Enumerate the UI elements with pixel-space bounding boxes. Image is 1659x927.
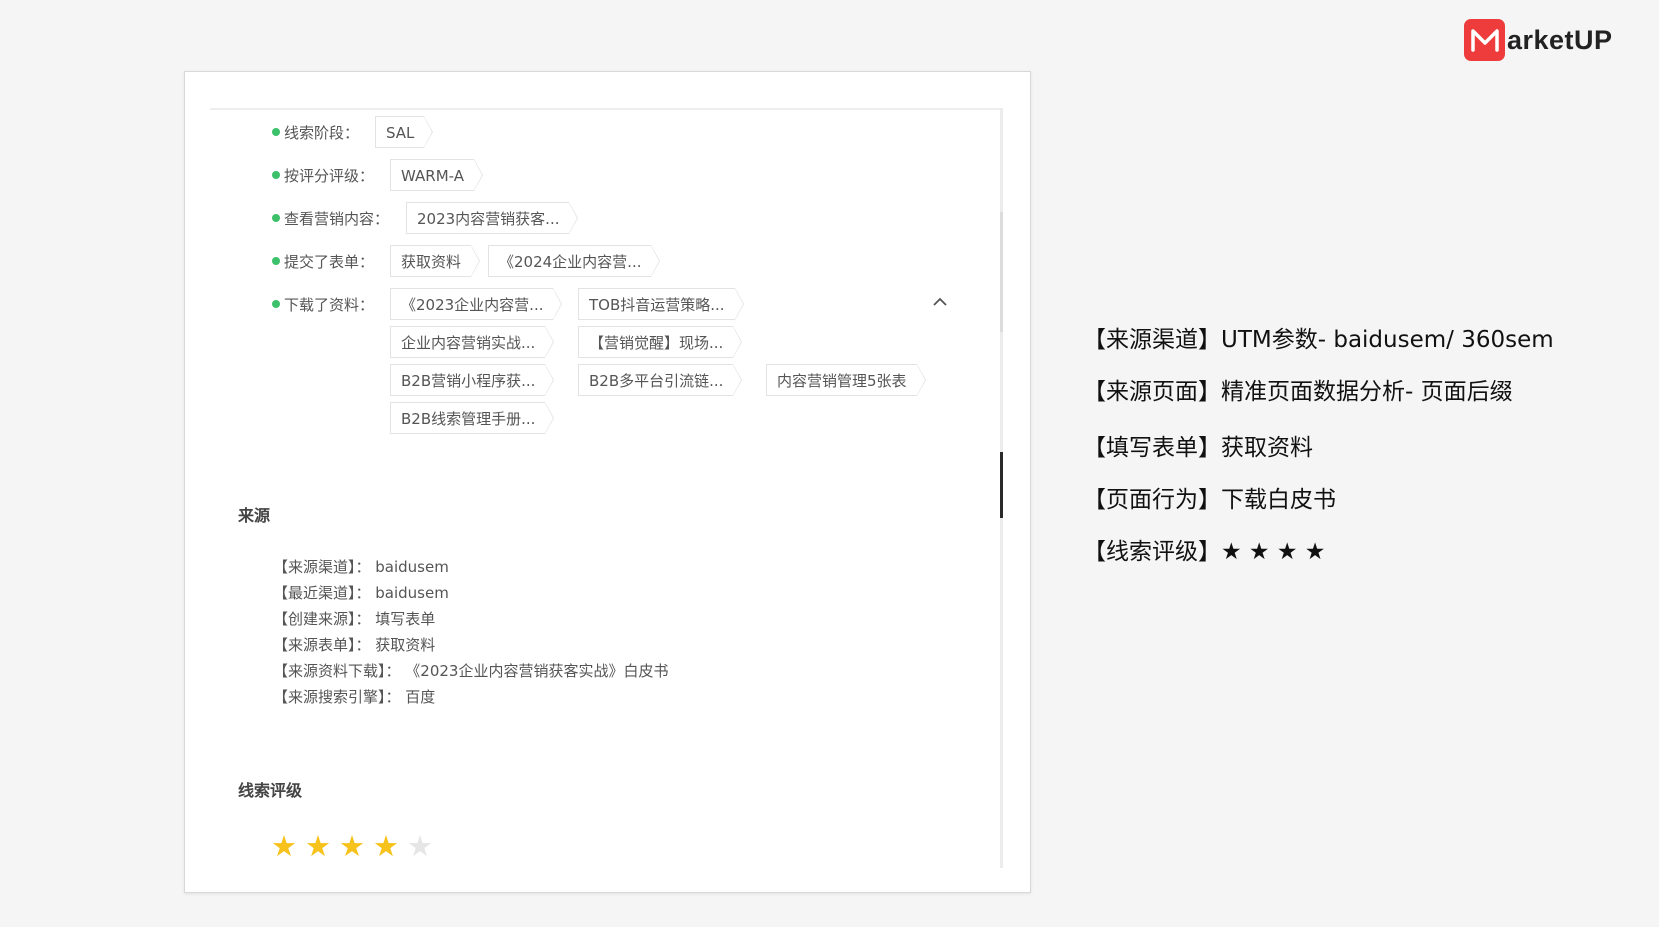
tag[interactable]: 《2024企业内容营... bbox=[488, 245, 661, 277]
score-grade-row: 按评分评级： bbox=[272, 158, 374, 192]
row-label: 线索阶段： bbox=[284, 123, 360, 142]
viewed-content-row: 查看营销内容： bbox=[272, 201, 389, 235]
lead-detail-panel: 线索阶段： SAL 按评分评级： WARM-A 查看营销内容： 2023内容营销… bbox=[184, 71, 1031, 893]
star-icon[interactable]: ★ bbox=[305, 832, 331, 861]
star-icon[interactable]: ★ bbox=[373, 832, 399, 861]
row-label: 查看营销内容： bbox=[284, 209, 390, 228]
row-label: 下载了资料： bbox=[284, 295, 375, 314]
scrollbar-thumb-faded bbox=[1000, 212, 1003, 332]
star-icon[interactable]: ★ bbox=[407, 832, 433, 861]
tag[interactable]: 内容营销管理5张表 bbox=[766, 364, 926, 396]
source-line: 【来源表单】： 获取资料 bbox=[273, 636, 436, 654]
tag[interactable]: 2023内容营销获客... bbox=[406, 202, 579, 234]
submitted-form-row: 提交了表单： bbox=[272, 244, 374, 278]
tag[interactable]: 获取资料 bbox=[390, 245, 481, 277]
source-line: 【来源资料下载】： 《2023企业内容营销获客实战》白皮书 bbox=[273, 662, 669, 680]
divider bbox=[210, 108, 1000, 110]
status-dot-icon bbox=[272, 171, 280, 179]
tag[interactable]: WARM-A bbox=[390, 159, 483, 191]
tag[interactable]: TOB抖音运营策略... bbox=[578, 288, 744, 320]
annotation-item: 【线索评级】★ ★ ★ ★ bbox=[1083, 539, 1326, 565]
status-dot-icon bbox=[272, 128, 280, 136]
row-label: 按评分评级： bbox=[284, 166, 375, 185]
marketup-logo: arketUP bbox=[1464, 19, 1613, 61]
annotation-item: 【来源渠道】UTM参数- baidusem/ 360sem bbox=[1083, 327, 1554, 353]
annotation-item: 【填写表单】获取资料 bbox=[1083, 435, 1313, 461]
status-dot-icon bbox=[272, 257, 280, 265]
status-dot-icon bbox=[272, 300, 280, 308]
annotation-item: 【页面行为】下载白皮书 bbox=[1083, 487, 1336, 513]
tag[interactable]: 《2023企业内容营... bbox=[390, 288, 563, 320]
source-line: 【创建来源】： 填写表单 bbox=[273, 610, 436, 628]
source-section-title: 来源 bbox=[238, 506, 271, 525]
downloaded-materials-row: 下载了资料： bbox=[272, 287, 374, 321]
scrollbar-thumb[interactable] bbox=[1000, 452, 1003, 518]
source-line: 【来源搜索引擎】： 百度 bbox=[273, 688, 436, 706]
star-rating[interactable]: ★ ★ ★ ★ ★ bbox=[271, 832, 441, 861]
tag[interactable]: B2B线索管理手册... bbox=[390, 402, 555, 434]
source-line: 【来源渠道】： baidusem bbox=[273, 558, 449, 576]
lead-stage-row: 线索阶段： bbox=[272, 115, 359, 149]
tag[interactable]: B2B多平台引流链... bbox=[578, 364, 743, 396]
annotation-item: 【来源页面】精准页面数据分析- 页面后缀 bbox=[1083, 379, 1513, 405]
tag[interactable]: B2B营销小程序获... bbox=[390, 364, 555, 396]
source-line: 【最近渠道】： baidusem bbox=[273, 584, 449, 602]
chevron-up-icon[interactable] bbox=[930, 292, 950, 312]
status-dot-icon bbox=[272, 214, 280, 222]
row-label: 提交了表单： bbox=[284, 252, 375, 271]
tag[interactable]: 企业内容营销实战... bbox=[390, 326, 555, 358]
star-icon[interactable]: ★ bbox=[271, 832, 297, 861]
logo-text: arketUP bbox=[1507, 24, 1613, 55]
star-icon[interactable]: ★ bbox=[339, 832, 365, 861]
rating-section-title: 线索评级 bbox=[238, 781, 303, 800]
tag[interactable]: SAL bbox=[375, 116, 434, 148]
m-logo-icon bbox=[1464, 19, 1505, 61]
tag[interactable]: 【营销觉醒】现场... bbox=[578, 326, 743, 358]
